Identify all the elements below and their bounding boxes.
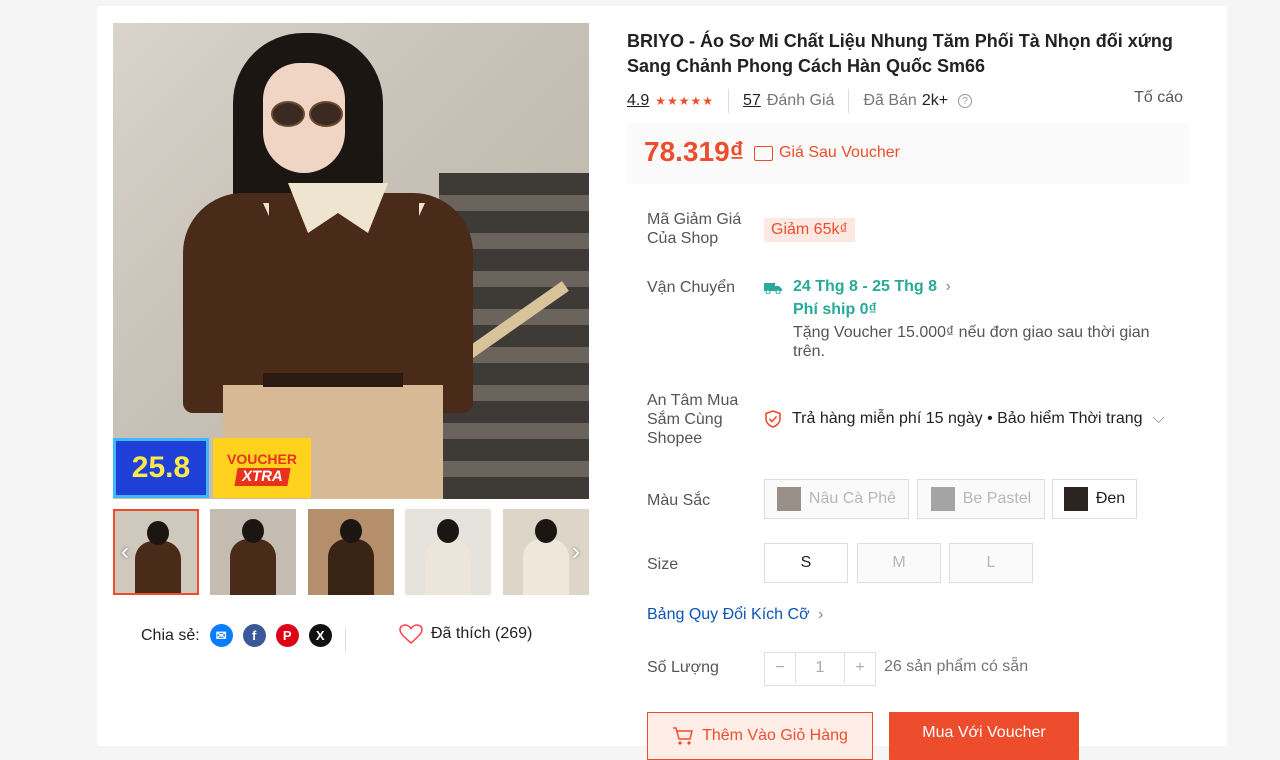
shop-voucher-chip[interactable]: Giảm 65k₫ [764,218,855,242]
voucher-xtra-badge: VOUCHER XTRA [213,438,311,498]
reviews-label: Đánh Giá [766,92,835,109]
reviews-count[interactable]: 57 [743,92,761,110]
help-icon[interactable]: ? [958,94,973,108]
cart-icon [673,727,694,745]
shipping-note: Tặng Voucher 15.000₫ nếu đơn giao sau th… [793,324,1150,360]
quantity-input[interactable]: 1 [795,653,845,683]
color-swatch-image [1063,487,1088,511]
product-card: 25.8 VOUCHER XTRA ‹ › Chia sẻ: ✉ f P X Đ… [97,6,1227,760]
product-title: BRIYO - Áo Sơ Mi Chất Liệu Nhung Tăm Phố… [627,31,1173,76]
pinterest-icon[interactable]: P [275,624,299,647]
share-divider [345,628,346,652]
add-to-cart-button[interactable]: Thêm Vào Giỏ Hàng [647,712,873,760]
size-option-s[interactable]: S [764,543,848,583]
color-option-2[interactable]: Be Pastel [917,479,1045,519]
add-to-cart-label: Thêm Vào Giỏ Hàng [702,727,848,744]
model-belt [263,373,403,387]
assurance-label: An Tâm Mua Sắm Cùng Shopee [647,392,739,447]
color-swatch-image [930,487,955,511]
x-icon[interactable]: X [308,624,332,647]
heart-icon [399,624,423,644]
shipping-date-text: 24 Thg 8 - 25 Thg 8 [793,278,938,295]
size-label: Size [647,556,679,573]
shipping-label: Vận Chuyển [647,279,736,296]
messenger-icon[interactable]: ✉ [209,624,233,647]
color-option-label: Nâu Cà Phê [808,490,897,507]
color-option-3[interactable]: Đen [1052,479,1137,519]
chevron-right-icon: › [818,606,824,623]
chevron-down-icon: ⌵ [1152,410,1165,427]
assurance-dropdown[interactable]: Trả hàng miễn phí 15 ngày • Bảo hiểm Thờ… [764,410,1165,428]
thumbnail-3[interactable] [308,509,394,595]
assurance-value: Trả hàng miễn phí 15 ngày • Bảo hiểm Thờ… [792,410,1143,427]
color-swatch-image [776,487,801,511]
quantity-stepper: − 1 + [764,652,876,686]
size-guide-link[interactable]: Bảng Quy Đổi Kích Cỡ › [647,606,823,624]
facebook-icon[interactable]: f [242,624,266,647]
shipping-fee: Phí ship 0₫ [793,301,877,318]
voucher-badge-line1: VOUCHER [226,451,297,467]
color-label: Màu Sắc [647,492,711,509]
quantity-plus-button[interactable]: + [845,653,875,683]
buy-with-voucher-button[interactable]: Mua Với Voucher [889,712,1079,760]
report-link[interactable]: Tố cáo [1134,89,1183,107]
stats-separator [728,89,730,113]
size-guide-text: Bảng Quy Đổi Kích Cỡ [647,606,810,623]
thumbnail-strip: ‹ › [113,509,589,597]
rating-stars-icon: ★★★★★ [655,94,715,108]
price-box: 78.319₫ Giá Sau Voucher [627,123,1189,184]
color-option-label: Đen [1095,490,1126,507]
main-product-image[interactable]: 25.8 VOUCHER XTRA [113,23,589,499]
thumbnail-2[interactable] [210,509,296,595]
shop-voucher-label: Mã Giảm Giá Của Shop [647,211,742,247]
rating-value[interactable]: 4.9 [627,92,649,110]
shipping-date[interactable]: 24 Thg 8 - 25 Thg 8 › [793,278,951,296]
chevron-right-icon: › [945,278,951,295]
voucher-badge-line2: XTRA [233,468,291,486]
color-option-label: Be Pastel [962,490,1032,507]
like-button[interactable]: Đã thích (269) [399,624,532,644]
share-row: Chia sẻ: ✉ f P X [141,624,332,647]
stock-available: 26 sản phẩm có sẵn [884,658,1029,675]
price: 78.319₫ [644,136,745,167]
price-note-label: Giá Sau Voucher [779,144,900,161]
quantity-label: Số Lượng [647,659,719,676]
price-note: Giá Sau Voucher [754,144,900,162]
sale-day-badge: 25.8 [113,438,209,498]
sunglasses [271,101,343,127]
chevron-right-icon[interactable]: › [566,539,586,565]
stats-separator-2 [848,89,850,113]
share-label: Chia sẻ: [141,626,200,644]
product-stats: 4.9 ★★★★★ 57 Đánh Giá Đã Bán 2k+ ? [627,89,1183,113]
shield-icon [765,410,781,428]
size-option-m[interactable]: M [857,543,941,583]
quantity-minus-button[interactable]: − [765,653,795,683]
sold-count: 2k+ [921,92,949,109]
voucher-tag-icon [754,145,773,161]
thumbnail-4[interactable] [405,509,491,595]
sold-label: Đã Bán [863,92,917,109]
color-option-1[interactable]: Nâu Cà Phê [764,479,909,519]
chevron-left-icon[interactable]: ‹ [115,539,135,565]
size-option-l[interactable]: L [949,543,1033,583]
truck-icon [764,283,782,294]
liked-count: Đã thích (269) [431,625,533,642]
